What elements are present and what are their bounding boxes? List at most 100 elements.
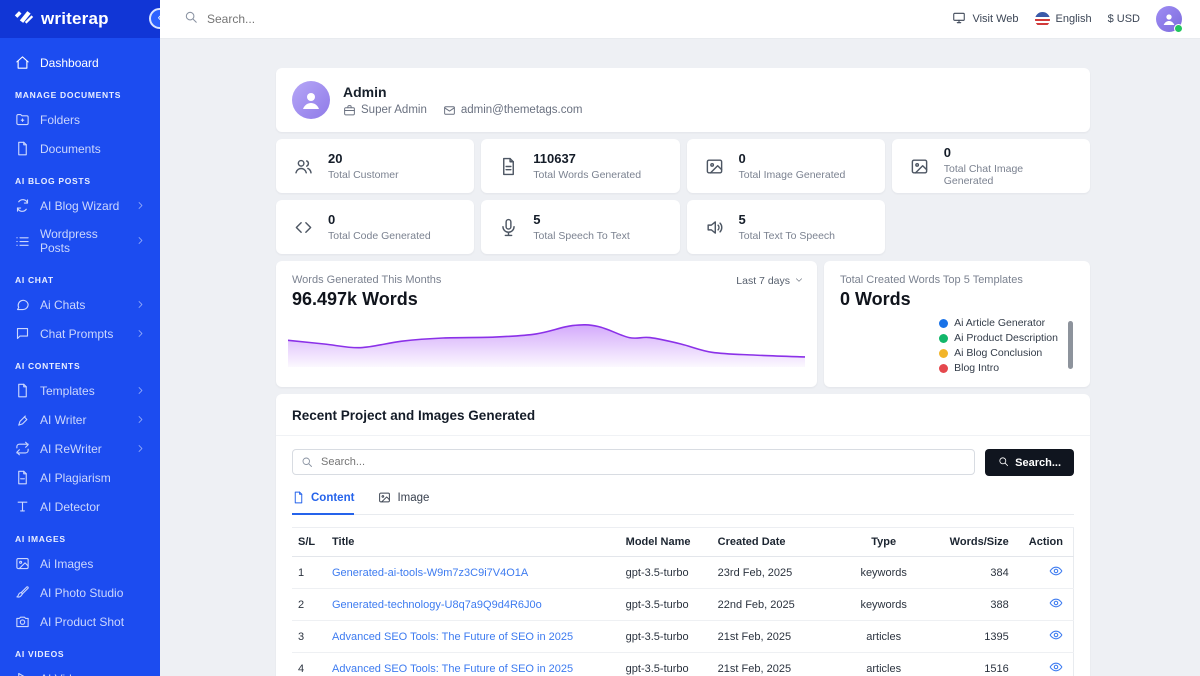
- admin-profile-card: Admin Super Admin admin@themetags.com: [276, 68, 1090, 132]
- sidebar-item-ai-chats[interactable]: Ai Chats: [0, 290, 160, 319]
- sidebar-item-folders[interactable]: Folders: [0, 105, 160, 134]
- stat-card-total-code-generated: 0Total Code Generated: [276, 200, 474, 254]
- project-title-link[interactable]: Generated-technology-U8q7a9Q9d4R6J0o: [332, 599, 542, 611]
- cell-words: 388: [944, 589, 1023, 621]
- tab-image[interactable]: Image: [378, 491, 429, 515]
- eye-icon: [1049, 564, 1063, 578]
- words-chart-subtitle: Words Generated This Months: [292, 274, 801, 286]
- sidebar-item-dashboard[interactable]: Dashboard: [0, 48, 160, 77]
- stat-card-total-words-generated: 110637 Total Words Generated: [481, 139, 679, 193]
- column-header-model-name: Model Name: [620, 528, 712, 557]
- cell-type: keywords: [824, 557, 944, 589]
- legend-item-blog-intro[interactable]: Blog Intro: [939, 362, 1058, 374]
- topbar-search: [184, 10, 952, 29]
- image-icon: [910, 157, 929, 176]
- content-image-tabs: Content Image: [292, 491, 1074, 515]
- code-icon: [294, 218, 313, 237]
- stats-row-1: 20Total Customer110637Total Words Genera…: [276, 139, 1090, 193]
- legend-item-ai-blog-conclusion[interactable]: Ai Blog Conclusion: [939, 347, 1058, 359]
- chevron-right-icon: [136, 442, 145, 456]
- sidebar-item-chat-prompts[interactable]: Chat Prompts: [0, 319, 160, 348]
- project-title-link[interactable]: Advanced SEO Tools: The Future of SEO in…: [332, 663, 573, 675]
- chart-legend: Ai Article Generator Ai Product Descripti…: [939, 317, 1058, 374]
- recent-projects-table: S/LTitleModel NameCreated DateTypeWords/…: [292, 527, 1074, 676]
- file-text-icon: [499, 157, 518, 176]
- table-search-button[interactable]: Search...: [985, 449, 1074, 476]
- mail-icon: [443, 104, 456, 117]
- file-icon: [292, 491, 305, 504]
- camera-icon: [15, 614, 30, 629]
- stat-card-total-image-generated: 0Total Image Generated: [687, 139, 885, 193]
- stat-label: Total Image Generated: [739, 169, 846, 181]
- cell-sl: 4: [292, 653, 326, 676]
- stat-value: 110637: [533, 151, 641, 166]
- sync-icon: [15, 198, 30, 213]
- table-row: 3Advanced SEO Tools: The Future of SEO i…: [292, 621, 1074, 653]
- view-action-button[interactable]: [1049, 628, 1063, 642]
- repeat-icon: [15, 441, 30, 456]
- file-minus-icon: [15, 470, 30, 485]
- sidebar-item-templates[interactable]: Templates: [0, 376, 160, 405]
- image-icon: [378, 491, 391, 504]
- view-action-button[interactable]: [1049, 596, 1063, 610]
- stat-label: Total Words Generated: [533, 169, 641, 181]
- view-action-button[interactable]: [1049, 564, 1063, 578]
- tab-content[interactable]: Content: [292, 491, 354, 515]
- cell-date: 21st Feb, 2025: [712, 621, 824, 653]
- stat-value: 5: [533, 212, 630, 227]
- column-header-type: Type: [824, 528, 944, 557]
- table-search-wrap: [292, 449, 975, 476]
- chat-icon: [15, 297, 30, 312]
- brand[interactable]: writerap: [0, 0, 160, 38]
- sidebar-item-wordpress-posts[interactable]: Wordpress Posts: [0, 220, 160, 262]
- legend-item-ai-article-generator[interactable]: Ai Article Generator: [939, 317, 1058, 329]
- visit-web-link[interactable]: Visit Web: [952, 11, 1018, 28]
- speaker-icon: [705, 218, 724, 237]
- project-title-link[interactable]: Generated-ai-tools-W9m7z3C9i7V4O1A: [332, 567, 528, 579]
- sidebar-section-ai-contents: AI CONTENTS: [0, 348, 160, 376]
- sidebar-item-ai-images[interactable]: Ai Images: [0, 549, 160, 578]
- sidebar-item-ai-detector[interactable]: AI Detector: [0, 492, 160, 521]
- stat-value: 0: [328, 212, 431, 227]
- stat-label: Total Customer: [328, 169, 399, 181]
- cell-date: 22nd Feb, 2025: [712, 589, 824, 621]
- sidebar-item-ai-videos[interactable]: AI Videos: [0, 664, 160, 676]
- sidebar-item-ai-writer[interactable]: AI Writer: [0, 405, 160, 434]
- words-chart-total: 96.497k Words: [292, 289, 801, 310]
- sidebar-item-ai-rewriter[interactable]: AI ReWriter: [0, 434, 160, 463]
- sidebar-item-documents[interactable]: Documents: [0, 134, 160, 163]
- cell-model: gpt-3.5-turbo: [620, 653, 712, 676]
- language-selector[interactable]: English: [1035, 12, 1092, 27]
- words-generated-chart-card: Words Generated This Months 96.497k Word…: [276, 261, 817, 387]
- currency-selector[interactable]: $ USD: [1108, 13, 1140, 25]
- chevron-right-icon: [136, 413, 145, 427]
- project-title-link[interactable]: Advanced SEO Tools: The Future of SEO in…: [332, 631, 573, 643]
- sidebar-item-ai-plagiarism[interactable]: AI Plagiarism: [0, 463, 160, 492]
- cell-date: 21st Feb, 2025: [712, 653, 824, 676]
- table-row: 2Generated-technology-U8q7a9Q9d4R6J0ogpt…: [292, 589, 1074, 621]
- stat-label: Total Chat Image Generated: [944, 163, 1072, 187]
- writerap-logo-icon: [14, 9, 34, 30]
- table-search-input[interactable]: [292, 449, 975, 475]
- legend-item-ai-product-description[interactable]: Ai Product Description: [939, 332, 1058, 344]
- chart-range-dropdown[interactable]: Last 7 days: [736, 275, 803, 287]
- templates-chart-subtitle: Total Created Words Top 5 Templates: [840, 274, 1074, 286]
- global-search-input[interactable]: [207, 12, 427, 26]
- stat-label: Total Speech To Text: [533, 230, 630, 242]
- legend-dot: [939, 319, 948, 328]
- sidebar-section-ai-chat: AI CHAT: [0, 262, 160, 290]
- cell-model: gpt-3.5-turbo: [620, 621, 712, 653]
- view-action-button[interactable]: [1049, 660, 1063, 674]
- column-header-s-l: S/L: [292, 528, 326, 557]
- legend-scrollbar[interactable]: [1068, 321, 1073, 369]
- user-avatar[interactable]: [1156, 6, 1182, 32]
- topbar-right: Visit Web English $ USD: [952, 6, 1182, 32]
- dashboard-content: Admin Super Admin admin@themetags.com: [160, 38, 1200, 676]
- sidebar-item-ai-photo-studio[interactable]: AI Photo Studio: [0, 578, 160, 607]
- table-row: 1Generated-ai-tools-W9m7z3C9i7V4O1Agpt-3…: [292, 557, 1074, 589]
- sidebar-item-ai-blog-wizard[interactable]: AI Blog Wizard: [0, 191, 160, 220]
- cell-words: 384: [944, 557, 1023, 589]
- cell-sl: 1: [292, 557, 326, 589]
- sidebar-item-ai-product-shot[interactable]: AI Product Shot: [0, 607, 160, 636]
- chevron-down-icon: [795, 275, 803, 287]
